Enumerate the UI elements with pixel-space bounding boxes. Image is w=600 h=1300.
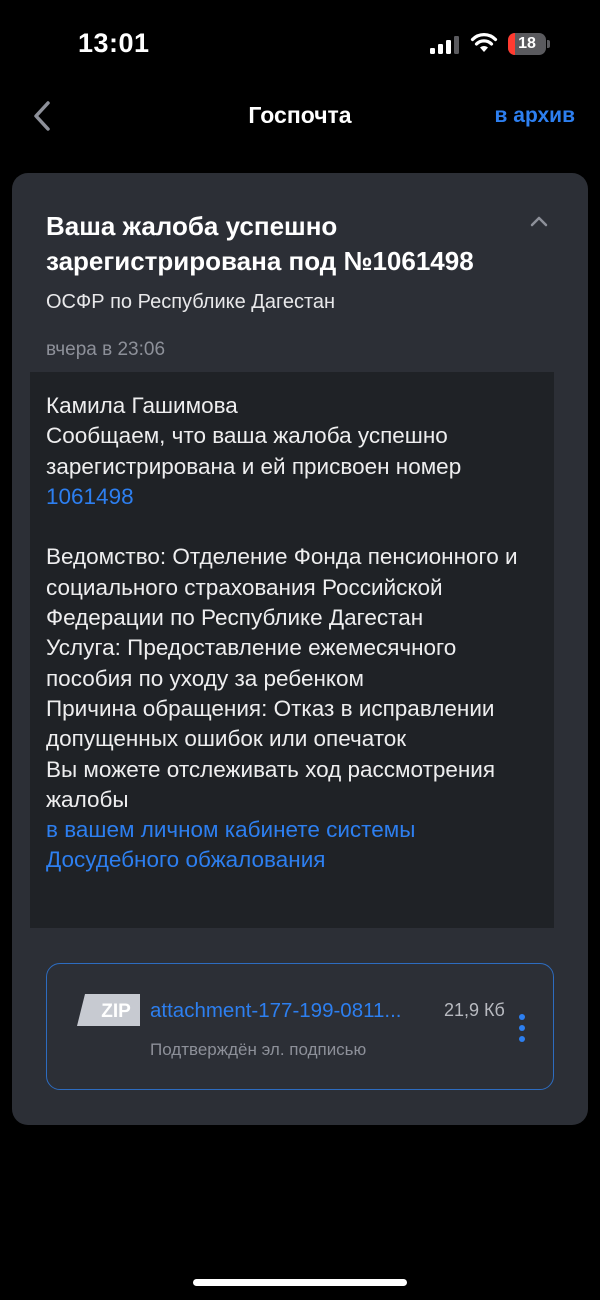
collapse-button[interactable] <box>524 211 554 231</box>
message-sender: ОСФР по Республике Дагестан <box>46 291 336 313</box>
message-subject: Ваша жалоба успешно зарегистрирована под… <box>46 211 474 276</box>
reason-text: Причина обращения: Отказ в исправлении д… <box>46 695 495 752</box>
status-bar: 13:01 18 <box>0 0 600 90</box>
archive-button[interactable]: в архив <box>495 104 575 128</box>
attachment-size: 21,9 Кб <box>444 1000 505 1020</box>
tracking-link[interactable]: в вашем личном кабинете системы Досудебн… <box>46 817 415 872</box>
greeting-text: Камила Гашимова <box>46 393 238 418</box>
signal-icon <box>430 36 459 54</box>
battery-body: 18 <box>508 33 546 55</box>
intro-text: Сообщаем, что ваша жалоба успешно зареги… <box>46 423 462 479</box>
nav-bar: Госпочта в архив <box>0 90 600 144</box>
attachment-menu-button[interactable] <box>513 1014 531 1044</box>
battery-icon: 18 <box>508 33 550 55</box>
attachment-filename[interactable]: attachment-177-199-0811... <box>150 999 425 1023</box>
signature-status: Подтверждён эл. подписью <box>150 1040 367 1059</box>
zip-file-icon: ZIP <box>77 994 140 1026</box>
attachment-item[interactable]: ZIP attachment-177-199-0811... 21,9 Кб П… <box>46 963 554 1090</box>
message-timestamp: вчера в 23:06 <box>46 339 166 360</box>
service-text: Услуга: Предоставление ежемесячного посо… <box>46 635 457 691</box>
zip-label: ZIP <box>101 1001 131 1022</box>
message-card: Ваша жалоба успешно зарегистрирована под… <box>12 173 588 1125</box>
battery-level: 18 <box>518 35 536 52</box>
chevron-up-icon <box>530 216 548 227</box>
department-text: Ведомство: Отделение Фонда пенсионного и… <box>46 544 518 631</box>
message-body: Камила Гашимова Сообщаем, что ваша жалоб… <box>30 372 554 928</box>
status-time: 13:01 <box>78 28 150 58</box>
battery-cap <box>547 40 550 48</box>
tracking-text: Вы можете отслеживать ход рассмотрения ж… <box>46 756 496 812</box>
wifi-icon <box>470 33 498 52</box>
complaint-number-link[interactable]: 1061498 <box>46 484 134 509</box>
home-indicator[interactable] <box>193 1279 407 1286</box>
